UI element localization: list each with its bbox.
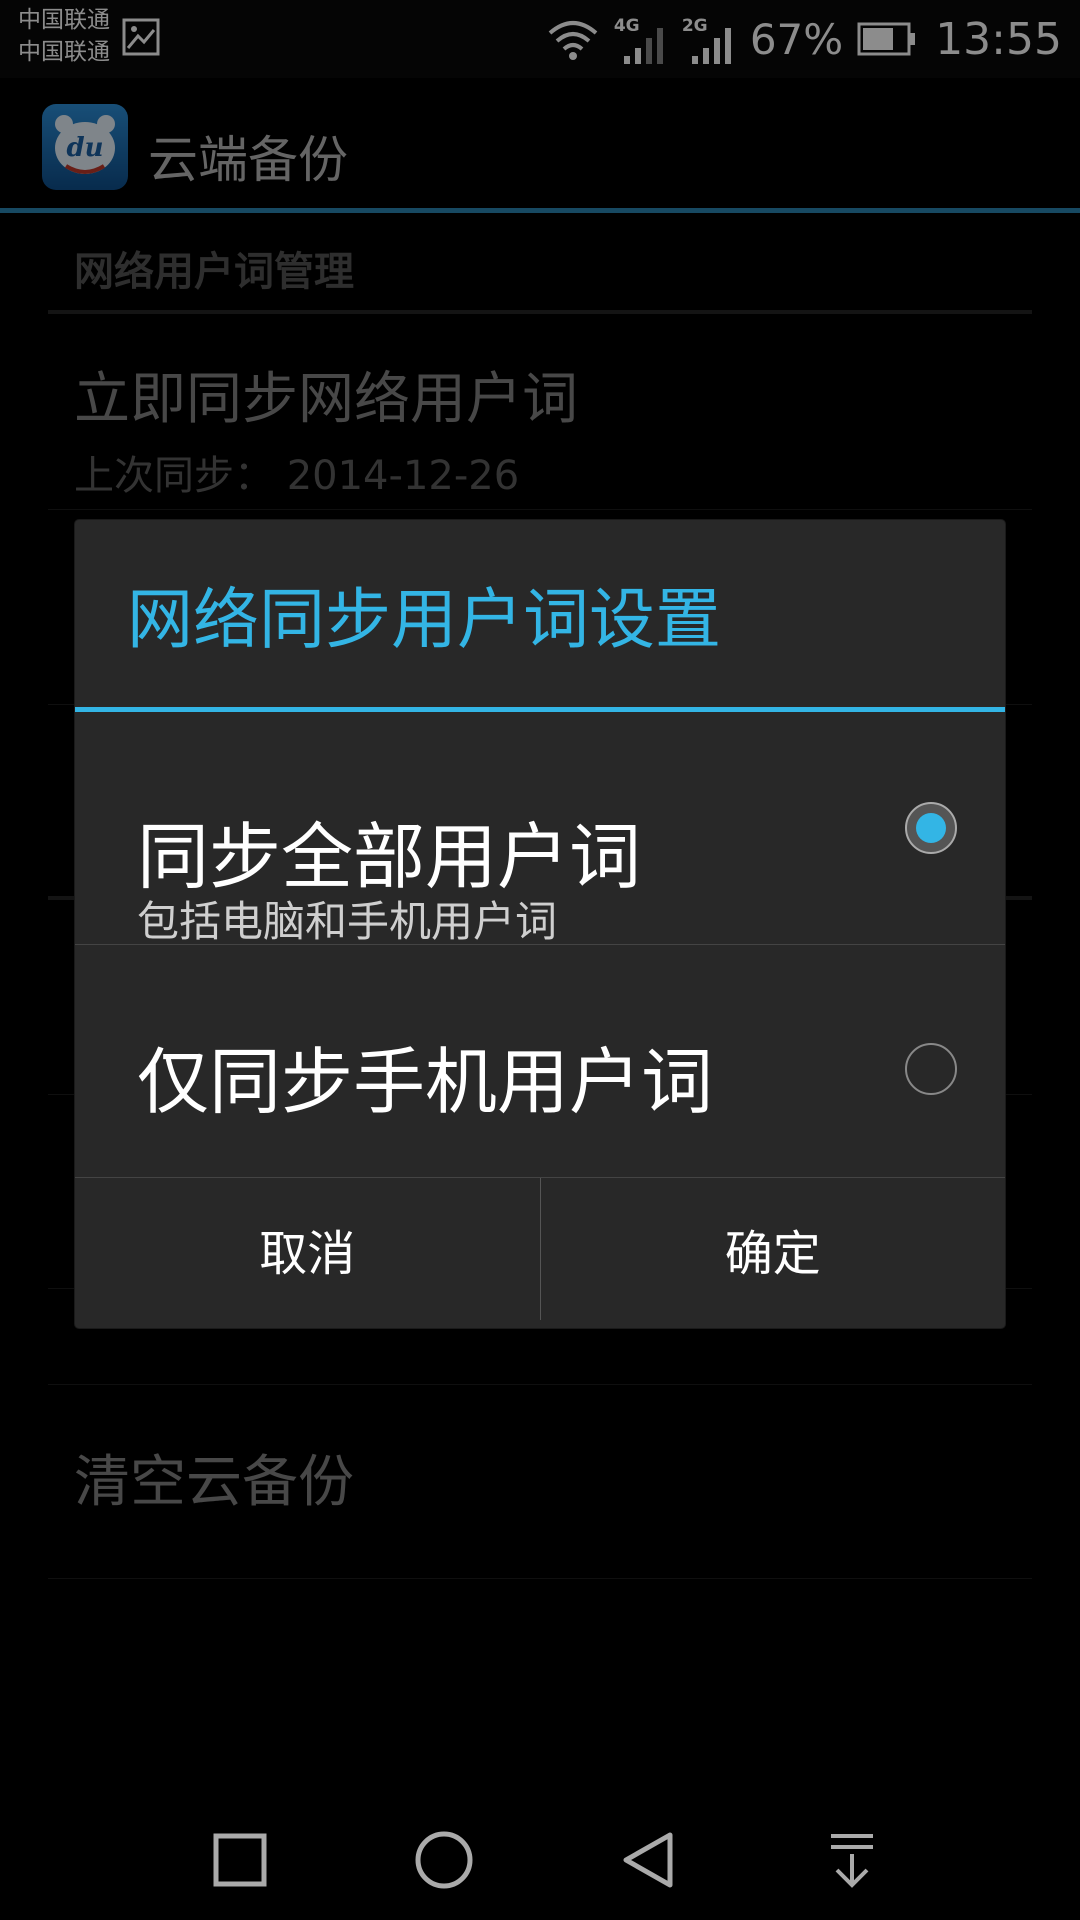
sync-settings-dialog: 网络同步用户词设置 同步全部用户词 包括电脑和手机用户词 仅同步手机用户词 取消… (75, 520, 1005, 1328)
option-sync-phone-only-label: 仅同步手机用户词 (137, 1040, 714, 1124)
back-icon (623, 1832, 673, 1888)
radio-sync-phone-only[interactable] (905, 1043, 957, 1095)
home-button[interactable] (404, 1820, 484, 1900)
option-sync-all-subtitle: 包括电脑和手机用户词 (137, 897, 558, 946)
notification-pull-down-button[interactable] (812, 1820, 892, 1900)
notification-pull-down-icon (831, 1834, 873, 1888)
ok-button[interactable]: 确定 (539, 1178, 1006, 1320)
option-sync-all[interactable]: 同步全部用户词 包括电脑和手机用户词 (75, 712, 1005, 946)
option-sync-phone-only[interactable]: 仅同步手机用户词 (75, 945, 1005, 1178)
recent-apps-button[interactable] (200, 1820, 280, 1900)
dialog-title: 网络同步用户词设置 (75, 520, 1005, 712)
navigation-bar (0, 1800, 1080, 1920)
cancel-button[interactable]: 取消 (75, 1178, 540, 1320)
back-button[interactable] (608, 1820, 688, 1900)
radio-sync-all[interactable] (905, 802, 957, 854)
home-icon (415, 1831, 473, 1889)
recent-apps-icon (213, 1833, 267, 1887)
dialog-buttons: 取消 确定 (75, 1178, 1005, 1320)
